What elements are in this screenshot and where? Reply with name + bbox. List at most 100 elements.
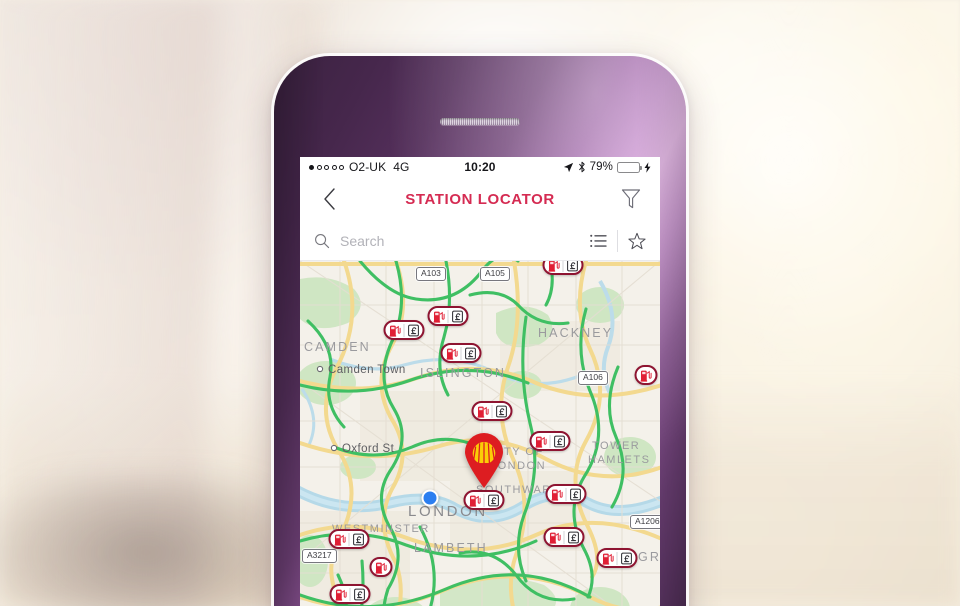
station-pin[interactable] xyxy=(329,584,371,604)
price-tag-icon xyxy=(495,405,507,417)
filter-funnel-icon xyxy=(621,189,641,209)
pin-fuel-cell xyxy=(547,531,564,544)
pin-fuel-cell xyxy=(467,494,484,507)
road-badge: A106 xyxy=(578,371,608,385)
map-canvas[interactable]: LONDON CAMDEN ISLINGTON HACKNEY TOWER HAMLETS… xyxy=(300,261,660,606)
fuel-pump-icon xyxy=(477,406,489,418)
status-bar-right: 79% xyxy=(563,161,651,173)
status-bar-left: O2-UK 4G xyxy=(309,160,409,174)
pin-fuel-cell xyxy=(431,310,448,323)
price-tag-icon xyxy=(487,494,499,506)
pin-fuel-cell xyxy=(332,533,349,546)
pin-price-cell xyxy=(351,588,368,601)
map-place-dot xyxy=(316,365,324,373)
price-tag-icon xyxy=(569,488,581,500)
station-pin[interactable] xyxy=(545,484,587,504)
earpiece-speaker xyxy=(440,118,520,125)
map-area-label: CAMDEN xyxy=(304,340,371,354)
station-pin[interactable] xyxy=(440,343,482,363)
station-pin[interactable] xyxy=(369,557,393,577)
user-location-dot xyxy=(421,489,439,507)
price-tag-icon xyxy=(464,347,476,359)
road-badge: A1206 xyxy=(630,515,660,529)
map-place-label: Oxford St xyxy=(342,443,395,455)
battery-percentage: 79% xyxy=(589,161,613,173)
fuel-pump-icon xyxy=(548,261,560,272)
signal-dot-4 xyxy=(331,164,337,170)
station-pin[interactable] xyxy=(328,529,370,549)
road-badge: A3217 xyxy=(302,549,337,563)
pin-price-cell xyxy=(485,494,502,507)
pin-price-cell xyxy=(618,552,635,565)
list-view-button[interactable] xyxy=(590,234,607,248)
fuel-pump-icon xyxy=(640,370,652,382)
bluetooth-icon xyxy=(578,161,585,173)
signal-dot-5 xyxy=(339,164,344,170)
pin-price-cell xyxy=(462,347,479,360)
station-pin[interactable] xyxy=(427,306,469,326)
station-pin[interactable] xyxy=(542,261,584,275)
location-arrow-icon xyxy=(563,162,573,172)
toolbar-divider xyxy=(617,229,618,252)
pin-price-cell xyxy=(567,488,584,501)
pin-price-cell xyxy=(565,531,582,544)
road-badge: A103 xyxy=(416,267,446,281)
fuel-pump-icon xyxy=(469,495,481,507)
shell-pecten-pin-icon xyxy=(465,433,503,488)
pin-fuel-cell xyxy=(549,488,566,501)
status-bar: O2-UK 4G 10:20 79% xyxy=(300,157,660,177)
star-icon xyxy=(628,232,646,249)
price-tag-icon xyxy=(451,310,463,322)
phone-screen: O2-UK 4G 10:20 79% STATION LOCATOR Searc… xyxy=(300,157,660,606)
station-pin[interactable] xyxy=(471,401,513,421)
fuel-pump-icon xyxy=(375,562,387,574)
navigation-bar: STATION LOCATOR xyxy=(300,177,660,221)
map-place-dot xyxy=(330,444,338,452)
search-icon xyxy=(315,233,330,248)
fuel-pump-icon xyxy=(551,489,563,501)
pin-price-cell xyxy=(551,435,568,448)
map-area-label: TOWER xyxy=(592,440,640,452)
back-button[interactable] xyxy=(316,186,342,212)
price-tag-icon xyxy=(553,435,565,447)
price-tag-icon xyxy=(567,531,579,543)
map-area-label: LAMBETH xyxy=(414,541,488,555)
filter-button[interactable] xyxy=(618,186,644,212)
pin-price-cell xyxy=(449,310,466,323)
station-pin[interactable] xyxy=(596,548,638,568)
favourites-button[interactable] xyxy=(628,232,646,250)
road-badge: A105 xyxy=(480,267,510,281)
station-pin[interactable] xyxy=(543,527,585,547)
station-pin[interactable] xyxy=(383,320,425,340)
station-pin[interactable] xyxy=(634,365,658,385)
phone-device: O2-UK 4G 10:20 79% STATION LOCATOR Searc… xyxy=(274,56,686,606)
pin-fuel-cell xyxy=(533,435,550,448)
battery-icon xyxy=(617,161,642,173)
map-area-label: HAMLETS xyxy=(588,454,650,466)
pin-price-cell xyxy=(564,261,581,272)
pin-fuel-cell xyxy=(638,369,655,382)
selected-station-marker[interactable] xyxy=(462,433,506,489)
pin-fuel-cell xyxy=(444,347,461,360)
list-view-icon xyxy=(590,234,607,247)
fuel-pump-icon xyxy=(446,348,458,360)
fuel-pump-icon xyxy=(535,436,547,448)
fuel-pump-icon xyxy=(389,325,401,337)
map-place-label: Camden Town xyxy=(328,364,406,376)
price-tag-icon xyxy=(620,552,632,564)
pin-fuel-cell xyxy=(333,588,350,601)
station-pin[interactable] xyxy=(529,431,571,451)
pin-price-cell xyxy=(405,324,422,337)
signal-strength-dots xyxy=(309,164,344,170)
station-pin[interactable] xyxy=(463,490,505,510)
fuel-pump-icon xyxy=(433,311,445,323)
search-input[interactable] xyxy=(340,232,580,249)
screenshot-scene: O2-UK 4G 10:20 79% STATION LOCATOR Searc… xyxy=(0,0,960,606)
pin-fuel-cell xyxy=(546,261,563,272)
price-tag-icon xyxy=(352,533,364,545)
chevron-left-icon xyxy=(323,188,335,210)
price-tag-icon xyxy=(353,588,365,600)
pin-price-cell xyxy=(493,405,510,418)
network-type: 4G xyxy=(393,160,410,174)
pin-fuel-cell xyxy=(475,405,492,418)
